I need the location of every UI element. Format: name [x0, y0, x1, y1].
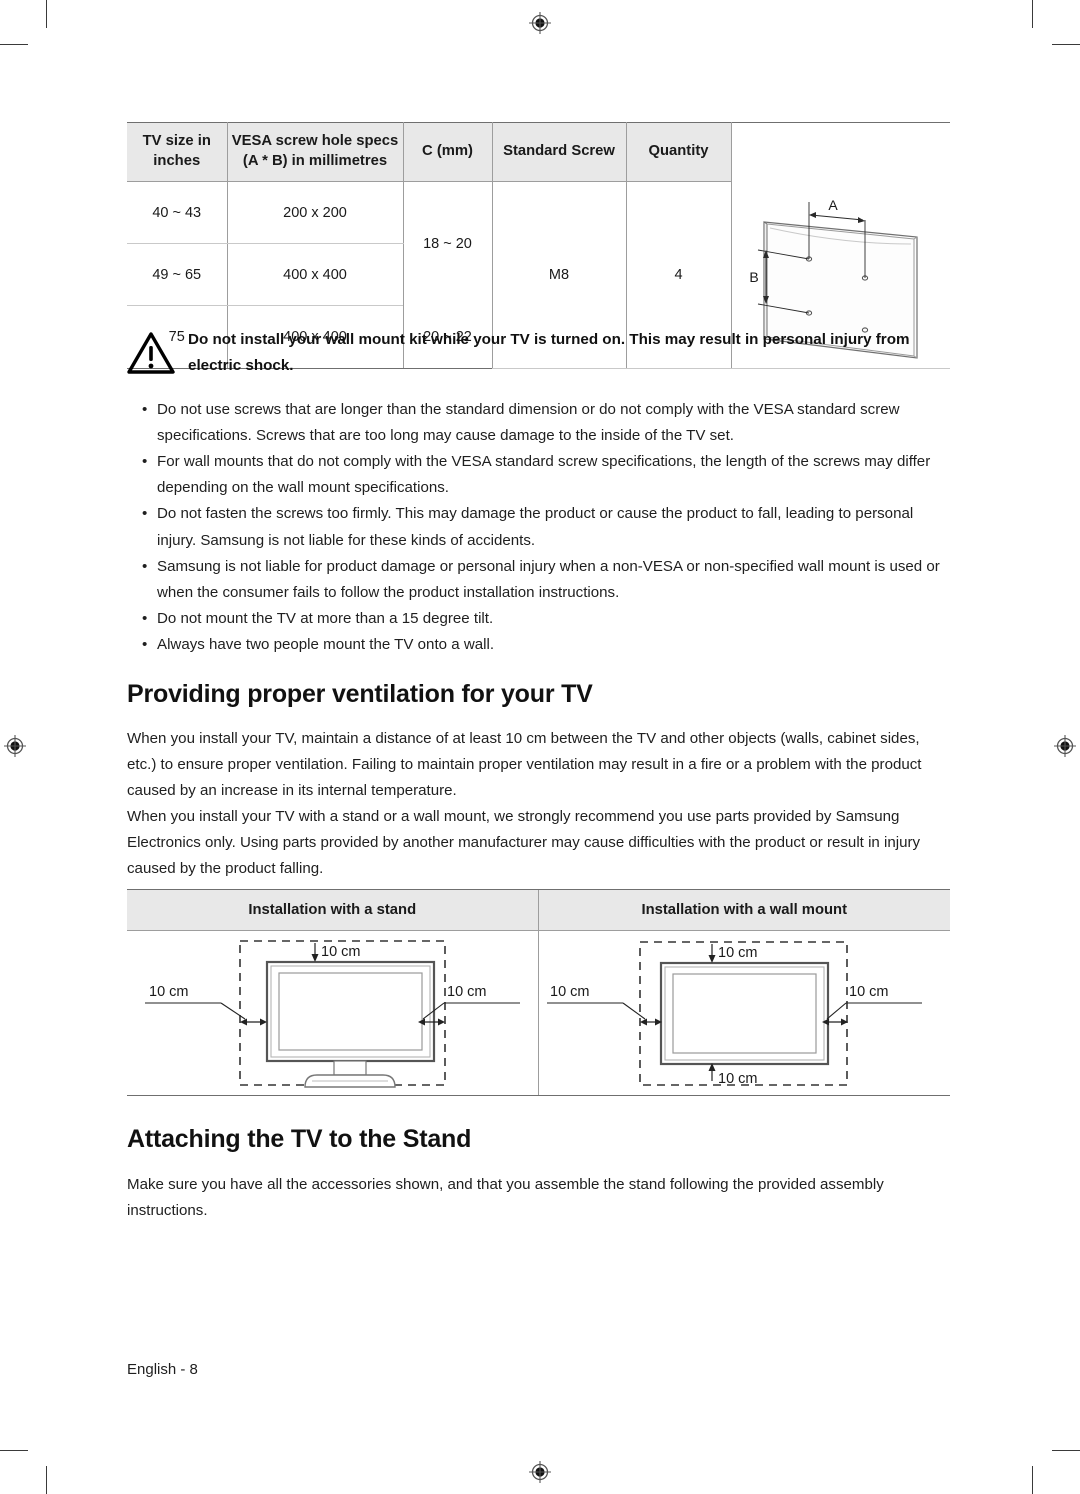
col-header-standard-screw: Standard Screw — [491, 122, 627, 182]
col-header-vesa-line1: VESA screw hole specs — [231, 133, 399, 150]
col-header-tv-size-line1: TV size in — [142, 133, 211, 150]
col-header-c-mm: C (mm) — [402, 122, 493, 182]
dimension-label-b: B — [749, 269, 758, 285]
registration-mark-right — [1054, 735, 1076, 757]
bullet-dot-icon: • — [142, 635, 148, 653]
list-item: • Do not mount the TV at more than a 15 d… — [127, 606, 950, 632]
stand-ventilation-diagram: 10 cm 10 cm 10 cm — [145, 940, 520, 1088]
bullet-dot-icon: • — [142, 401, 148, 418]
stand-diagram-cell: 10 cm 10 cm 10 cm — [127, 930, 538, 1096]
bullet-dot-icon: • — [142, 557, 148, 575]
list-item-text: Always have two people mount the TV onto… — [157, 635, 495, 653]
warning-block: Do not install your wall mount kit while… — [127, 327, 950, 380]
cell-tv-size: 49 ~ 65 — [127, 243, 228, 307]
list-item-text: For wall mounts that do not comply with … — [157, 453, 931, 497]
wallmount-label-bottom: 10 cm — [718, 1071, 758, 1087]
crop-mark-bottom-right-vertical — [1032, 1466, 1033, 1494]
bullet-dot-icon: • — [142, 609, 148, 627]
table-row: 40 ~ 43 200 x 200 18 ~ 20 M8 4 A B — [127, 181, 950, 369]
cell-vesa: 200 x 200 — [226, 181, 404, 245]
tv-back-diagram-header-spacer — [730, 122, 950, 182]
ventilation-table-header-row: Installation with a stand Installation w… — [127, 889, 950, 931]
warning-triangle-icon — [127, 327, 183, 380]
list-item: • Do not fasten the screws too firmly. Th… — [127, 501, 950, 553]
crop-mark-top-right-horizontal — [1052, 44, 1080, 45]
col-header-tv-size: TV size in inches — [127, 122, 228, 182]
col-header-vesa-specs: VESA screw hole specs (A * B) in millime… — [226, 122, 404, 182]
col-header-tv-size-line2: inches — [153, 153, 201, 169]
bullet-dot-icon: • — [142, 453, 148, 471]
cell-tv-size: 40 ~ 43 — [127, 181, 228, 245]
ventilation-table-body-row: 10 cm 10 cm 10 cm 10 cm 10 cm 10 cm 10 c… — [127, 930, 950, 1096]
col-header-vesa-line2: (A * B) in millimetres — [242, 153, 388, 169]
list-item-text: Samsung is not liable for product damage… — [157, 557, 940, 601]
list-item-text: Do not use screws that are longer than t… — [157, 401, 900, 445]
dimension-label-a: A — [828, 197, 838, 213]
crop-mark-bottom-left-horizontal — [0, 1450, 28, 1451]
page-footer: English - 8 — [127, 1361, 198, 1378]
stand-label-top: 10 cm — [321, 944, 361, 960]
page-title-ventilation: Providing proper ventilation for your TV — [127, 680, 593, 708]
list-item-text: Do not fasten the screws too firmly. Thi… — [157, 505, 914, 549]
crop-mark-bottom-right-horizontal — [1052, 1450, 1080, 1451]
wallmount-bullet-list: • Do not use screws that are longer than … — [127, 397, 950, 658]
col-header-installation-stand: Installation with a stand — [127, 889, 538, 931]
crop-mark-top-right-vertical — [1032, 0, 1033, 28]
col-header-quantity: Quantity — [625, 122, 732, 182]
wallmount-label-left: 10 cm — [550, 984, 590, 1000]
list-item: • For wall mounts that do not comply with… — [127, 449, 950, 501]
stand-label-left: 10 cm — [149, 984, 189, 1000]
stand-label-right: 10 cm — [447, 984, 487, 1000]
warning-text: Do not install your wall mount kit while… — [188, 331, 910, 375]
wallmount-label-right: 10 cm — [849, 984, 889, 1000]
bullet-dot-icon: • — [142, 505, 148, 523]
page-title-attaching: Attaching the TV to the Stand — [127, 1125, 472, 1153]
crop-mark-bottom-left-vertical — [46, 1466, 47, 1494]
cell-vesa: 400 x 400 — [226, 243, 404, 307]
registration-mark-left — [4, 735, 26, 757]
ventilation-paragraph-1: When you install your TV, maintain a dis… — [127, 730, 922, 800]
col-header-installation-wallmount: Installation with a wall mount — [537, 889, 950, 931]
page-content: TV size in inches VESA screw hole specs … — [127, 0, 950, 1494]
crop-mark-top-left-horizontal — [0, 44, 28, 45]
wallmount-diagram-cell: 10 cm 10 cm 10 cm 10 cm — [537, 930, 950, 1096]
ventilation-table: Installation with a stand Installation w… — [127, 889, 950, 1096]
cell-c-mm-merged: 18 ~ 20 — [402, 181, 493, 306]
attaching-paragraph: Make sure you have all the accessories s… — [127, 1176, 884, 1220]
list-item: • Always have two people mount the TV ont… — [127, 632, 950, 658]
list-item-text: Do not mount the TV at more than a 15 de… — [157, 609, 494, 627]
crop-mark-top-left-vertical — [46, 0, 47, 28]
ventilation-paragraph-2: When you install your TV with a stand or… — [127, 808, 921, 878]
list-item: • Do not use screws that are longer than … — [127, 397, 950, 449]
list-item: • Samsung is not liable for product damag… — [127, 554, 950, 606]
wallmount-ventilation-diagram: 10 cm 10 cm 10 cm 10 cm — [546, 941, 922, 1087]
wallmount-label-top: 10 cm — [718, 945, 758, 961]
table-header-row: TV size in inches VESA screw hole specs … — [127, 122, 950, 182]
